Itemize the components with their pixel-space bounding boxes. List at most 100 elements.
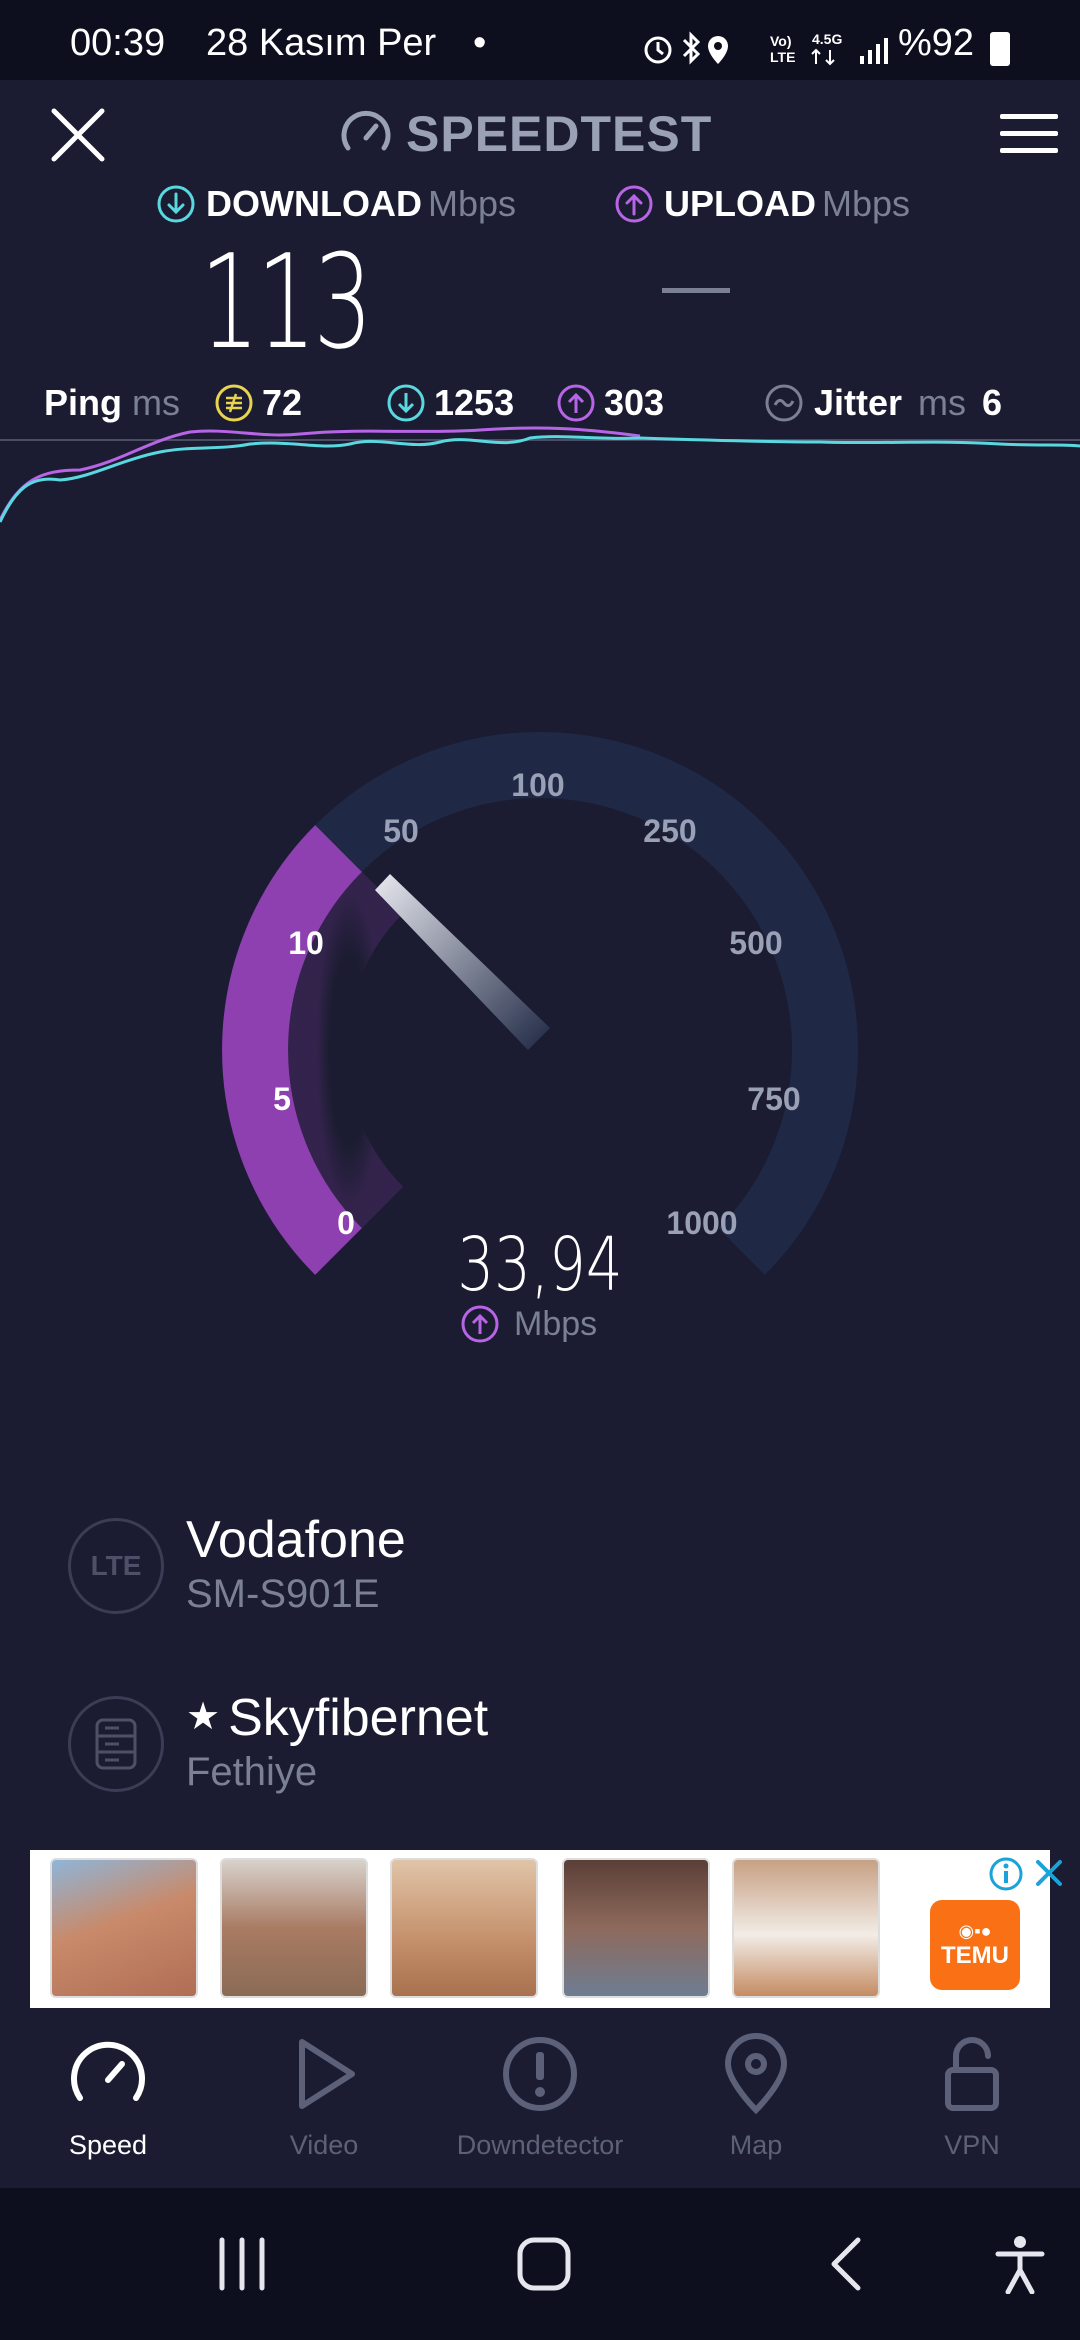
upload-arrow-icon [461,1305,499,1343]
lte-badge: LTE [68,1518,164,1614]
nav-map-label: Map [729,2130,783,2160]
recent-apps-icon[interactable] [212,2234,272,2294]
ad-thumbnail-3[interactable] [390,1858,538,1998]
jitter-icon [765,384,803,422]
upload-unit: Mbps [822,183,911,224]
current-speed-unit-label: Mbps [514,1304,598,1343]
jitter-unit: ms [918,382,967,423]
nav-downdetector-label: Downdetector [456,2130,624,2160]
hamburger-menu-icon[interactable] [1000,112,1058,156]
nav-speed[interactable]: Speed [0,2032,216,2182]
download-value: 113 [200,226,373,378]
nav-vpn[interactable]: VPN [864,2032,1080,2182]
device-model: SM-S901E [186,1572,380,1616]
accessibility-icon[interactable] [990,2234,1050,2294]
bluetooth-icon [682,31,701,65]
battery-icon [990,32,1010,66]
ad-thumbnail-2[interactable] [220,1858,368,1998]
gauge-tick-500: 500 [729,925,782,961]
back-icon[interactable] [818,2234,878,2294]
gauge-tick-250: 250 [643,813,696,849]
ad-thumbnail-4[interactable] [562,1858,710,1998]
server-name-label: Skyfibernet [228,1689,489,1747]
map-pin-icon [724,2033,788,2115]
upload-label: UPLOAD [664,183,816,224]
upload-header: UPLOAD Mbps [614,182,910,226]
download-unit: Mbps [427,183,516,224]
lte-icon: LTE [770,49,795,65]
nav-speed-label: Speed [68,2130,148,2160]
gauge-tick-750: 750 [747,1081,800,1117]
page-title: SPEEDTEST [340,104,740,164]
status-date: 28 Kasım Per [206,22,437,64]
upload-arrow-icon [615,185,653,223]
gauge-tick-50: 50 [383,813,419,849]
ad-brand-glyphs: ◉▪● [958,1920,992,1941]
download-header: DOWNLOAD Mbps [156,182,516,226]
volte-icon: Vo) [770,33,792,49]
gauge-tick-10: 10 [288,925,324,961]
download-arrow-icon [157,185,195,223]
gauge-tick-100: 100 [511,767,564,803]
app-title: SPEEDTEST [406,106,713,162]
ping-idle-value: 72 [262,382,303,423]
nav-video[interactable]: Video [216,2032,432,2182]
server-name: ★ Skyfibernet [186,1688,488,1748]
upload-ping-icon [557,384,595,422]
speed-history-graph [0,426,1080,523]
data-arrows-icon [811,48,835,66]
play-icon [299,2039,355,2109]
lte-badge-label: LTE [90,1550,142,1581]
battery-percent: %92 [898,22,975,64]
lock-icon [945,2037,999,2111]
ad-brand-logo[interactable]: ◉▪● TEMU [930,1900,1020,1990]
current-speed-unit: Mbps [460,1302,597,1346]
ad-thumbnail-1[interactable] [50,1858,198,1998]
close-icon[interactable] [48,105,108,165]
server-info[interactable]: ★ Skyfibernet Fethiye [68,1688,968,1798]
jitter-value: 6 [982,382,1003,423]
ad-info-icon[interactable] [988,1856,1024,1892]
idle-ping-icon [215,384,253,422]
status-bar: 00:39 28 Kasım Per • Vo) LTE 4.5G %92 [0,0,1080,80]
upload-value-placeholder [662,288,730,293]
jitter-label: Jitter [814,382,903,423]
gauge-needle [375,874,550,1050]
ping-upload-value: 303 [604,382,665,423]
system-navigation-bar [0,2188,1080,2340]
favorite-star-icon: ★ [186,1696,221,1738]
speedometer-icon [71,2041,145,2101]
upload-speed-line [0,426,641,521]
current-speed-value: 33,94 [457,1222,623,1308]
nav-map[interactable]: Map [648,2032,864,2182]
speedtest-logo-icon [341,110,391,151]
ad-close-icon[interactable] [1034,1858,1064,1888]
status-time: 00:39 [70,22,166,64]
home-icon[interactable] [514,2234,574,2294]
ad-banner[interactable]: ◉▪● TEMU [30,1850,1062,2008]
nav-video-label: Video [289,2130,359,2160]
server-rack-icon [95,1718,137,1770]
bottom-nav: Speed Video Downdetector Map VPN [0,2008,1080,2188]
carrier-name: Vodafone [186,1511,406,1569]
ad-thumbnail-5[interactable] [732,1858,880,1998]
download-label: DOWNLOAD [206,183,422,224]
alarm-icon [644,36,672,64]
download-ping-icon [387,384,425,422]
gauge-tick-5: 5 [273,1081,291,1117]
location-icon [708,36,728,64]
alert-icon [503,2037,577,2111]
gauge-inner-glow [286,870,404,1230]
download-speed-line [0,435,1080,523]
ping-label: Ping [44,382,122,423]
server-location: Fethiye [186,1750,318,1794]
nav-vpn-label: VPN [944,2130,1000,2160]
nav-downdetector[interactable]: Downdetector [432,2032,648,2182]
ping-unit: ms [132,382,180,423]
server-icon [68,1696,164,1792]
ad-brand-text: TEMU [941,1941,1009,1969]
network-type-icon: 4.5G [812,31,842,47]
status-notification-dot: • [473,22,487,64]
carrier-info[interactable]: LTE Vodafone SM-S901E [68,1510,968,1620]
signal-icon [860,38,888,64]
